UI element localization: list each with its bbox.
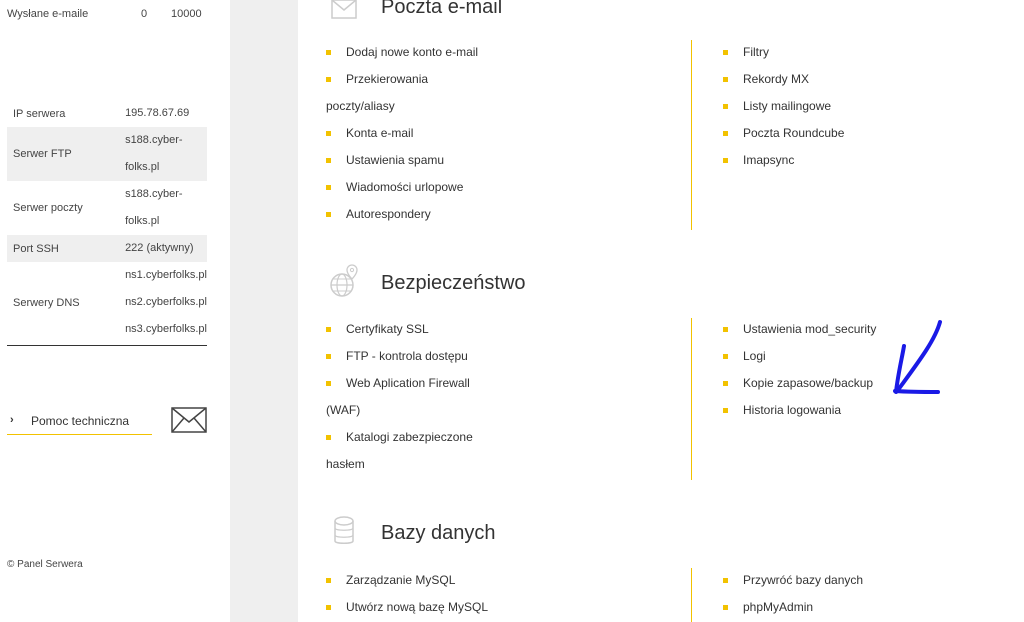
db-link-restore[interactable]: Przywróć bazy danych [723, 567, 983, 594]
security-link-protected-dirs-cont[interactable]: hasłem [326, 451, 666, 478]
mail-server-label: Serwer poczty [13, 202, 83, 214]
email-link-imapsync[interactable]: Imapsync [723, 147, 983, 174]
databases-column-divider [691, 568, 692, 622]
server-info-row: Serwer poczty s188.cyber- [7, 181, 207, 214]
help-link[interactable]: › Pomoc techniczna [7, 406, 152, 435]
sent-emails-label: Wysłane e-maile [7, 8, 89, 20]
security-section-title: Bezpieczeństwo [381, 272, 526, 294]
ip-value: 195.78.67.69 [125, 107, 190, 119]
server-info-table: IP serwera 195.78.67.69 Serwer FTP s188.… [7, 100, 207, 343]
ftp-label: Serwer FTP [7, 127, 120, 181]
sent-emails-limit: 10000 [171, 8, 202, 20]
email-link-roundcube[interactable]: Poczta Roundcube [723, 120, 983, 147]
mail-server-value-line2: folks.pl [125, 215, 160, 227]
database-icon [334, 516, 354, 544]
security-column-divider [691, 318, 692, 480]
email-section-title: Poczta e-mail [381, 0, 503, 18]
email-column-divider [691, 40, 692, 230]
globe-pin-icon [330, 264, 358, 297]
email-link-filters[interactable]: Filtry [723, 39, 983, 66]
ssh-label: Port SSH [7, 235, 120, 262]
content-gutter [230, 0, 298, 622]
server-info-row: IP serwera 195.78.67.69 [7, 100, 207, 127]
databases-right-column: Przywróć bazy danych phpMyAdmin [723, 567, 983, 621]
mail-section-icon [331, 0, 357, 19]
server-info-row: Serwer FTP s188.cyber- [7, 127, 207, 181]
sent-emails-used: 0 [141, 8, 148, 20]
email-link-add-account[interactable]: Dodaj nowe konto e-mail [326, 39, 666, 66]
email-link-autoresponders[interactable]: Autorespondery [326, 201, 666, 228]
db-link-create-mysql[interactable]: Utwórz nową bazę MySQL [326, 594, 666, 621]
sidebar: Wysłane e-maile 0 10000 IP serwera 195.7… [0, 0, 230, 622]
email-link-mx[interactable]: Rekordy MX [723, 66, 983, 93]
dns-label: Serwery DNS [13, 296, 80, 309]
email-left-column: Dodaj nowe konto e-mail Przekierowania p… [326, 39, 666, 228]
security-link-ftp[interactable]: FTP - kontrola dostępu [326, 343, 666, 370]
email-link-forwarding-cont[interactable]: poczty/aliasy [326, 93, 666, 120]
dns-value-1: ns1.cyberfolks.pl [125, 269, 207, 281]
ftp-value-line1: s188.cyber- [119, 127, 207, 154]
ftp-value-line2: folks.pl [119, 154, 207, 181]
email-link-vacation[interactable]: Wiadomości urlopowe [326, 174, 666, 201]
databases-section-title: Bazy danych [381, 522, 496, 544]
dns-value-3: ns3.cyberfolks.pl [125, 323, 207, 335]
databases-left-column: Zarządzanie MySQL Utwórz nową bazę MySQL [326, 567, 666, 621]
dns-value-2: ns2.cyberfolks.pl [125, 296, 207, 308]
copyright: © Panel Serwera [7, 559, 83, 570]
security-link-waf-cont[interactable]: (WAF) [326, 397, 666, 424]
annotation-arrow-icon [893, 320, 942, 394]
email-link-forwarding[interactable]: Przekierowania [326, 66, 666, 93]
security-link-ssl[interactable]: Certyfikaty SSL [326, 316, 666, 343]
security-link-login-history[interactable]: Historia logowania [723, 397, 983, 424]
ssh-value: 222 (aktywny) [119, 235, 207, 262]
chevron-right-icon: › [10, 414, 14, 426]
email-link-mailing-lists[interactable]: Listy mailingowe [723, 93, 983, 120]
help-label: Pomoc techniczna [31, 414, 130, 428]
db-link-manage-mysql[interactable]: Zarządzanie MySQL [326, 567, 666, 594]
server-info-row: Port SSH 222 (aktywny) [7, 235, 207, 262]
email-link-spam[interactable]: Ustawienia spamu [326, 147, 666, 174]
sent-emails-row: Wysłane e-maile 0 10000 [7, 8, 207, 20]
server-info-row: Serwery DNS ns1.cyberfolks.pl [7, 262, 207, 309]
ip-label: IP serwera [13, 107, 66, 120]
server-info-divider [7, 345, 207, 346]
email-right-column: Filtry Rekordy MX Listy mailingowe Poczt… [723, 39, 983, 174]
security-link-waf[interactable]: Web Aplication Firewall [326, 370, 666, 397]
envelope-icon[interactable] [171, 406, 207, 434]
security-link-protected-dirs[interactable]: Katalogi zabezpieczone [326, 424, 666, 451]
mail-server-value-line1: s188.cyber- [125, 188, 183, 200]
db-link-phpmyadmin[interactable]: phpMyAdmin [723, 594, 983, 621]
security-left-column: Certyfikaty SSL FTP - kontrola dostępu W… [326, 316, 666, 478]
email-link-accounts[interactable]: Konta e-mail [326, 120, 666, 147]
